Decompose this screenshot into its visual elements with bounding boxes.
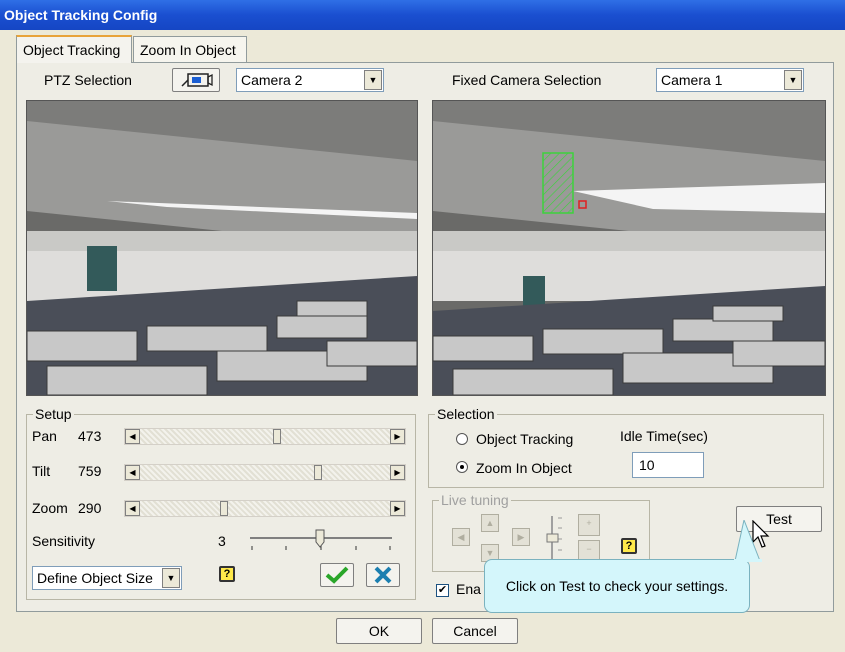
sensitivity-value: 3 [218, 533, 226, 549]
enable-label: Ena [456, 581, 481, 597]
help-icon[interactable]: ? [621, 538, 637, 554]
tracking-region-box [542, 152, 574, 214]
pan-left-icon[interactable]: ◀ [452, 528, 470, 546]
fixed-camera-label: Fixed Camera Selection [452, 72, 602, 88]
ptz-camera-button[interactable] [172, 68, 220, 92]
object-size-value: Define Object Size [37, 570, 153, 586]
window-title: Object Tracking Config [0, 0, 845, 30]
chevron-left-icon[interactable]: ◀ [125, 465, 140, 480]
live-tuning-title: Live tuning [439, 492, 511, 508]
pan-right-icon[interactable]: ▶ [512, 528, 530, 546]
checkmark-icon [325, 566, 349, 584]
tooltip-pointer [734, 520, 762, 562]
apply-button[interactable] [320, 563, 354, 587]
fixed-camera-select[interactable]: Camera 1 ▼ [656, 68, 804, 92]
tilt-value: 759 [78, 463, 102, 479]
enable-checkbox[interactable]: ✔ [436, 584, 449, 597]
tilt-thumb[interactable] [314, 465, 323, 480]
zoom-label: Zoom [32, 500, 68, 516]
help-icon[interactable]: ? [219, 566, 235, 582]
cancel-button[interactable]: Cancel [432, 618, 518, 644]
tilt-label: Tilt [32, 463, 51, 479]
zoom-slider[interactable]: ◀ ▶ [124, 500, 406, 517]
tilt-up-icon[interactable]: ▲ [481, 514, 499, 532]
object-tracking-label: Object Tracking [476, 431, 574, 447]
sensitivity-label: Sensitivity [32, 533, 96, 549]
chevron-down-icon[interactable]: ▼ [364, 70, 382, 90]
tooltip: Click on Test to check your settings. [484, 559, 750, 613]
setup-title: Setup [33, 406, 74, 422]
ptz-camera-icon [181, 73, 213, 87]
radio-zoom-in-object[interactable] [456, 461, 468, 473]
idle-time-label: Idle Time(sec) [620, 428, 708, 444]
pan-slider[interactable]: ◀ ▶ [124, 428, 406, 445]
tilt-slider[interactable]: ◀ ▶ [124, 464, 406, 481]
tab-zoom-in-object[interactable]: Zoom In Object [133, 36, 247, 62]
fixed-camera-view[interactable] [432, 100, 826, 396]
zoom-tuning-track [546, 516, 562, 562]
zoom-tuning-slider[interactable] [544, 514, 568, 564]
sensitivity-track [250, 529, 392, 550]
close-icon [374, 566, 392, 584]
zoom-in-icon[interactable]: + [578, 514, 600, 536]
object-size-select[interactable]: Define Object Size ▼ [32, 566, 182, 590]
chevron-down-icon[interactable]: ▼ [784, 70, 802, 90]
selection-group: Selection [428, 406, 824, 488]
tooltip-text: Click on Test to check your settings. [505, 578, 729, 594]
chevron-right-icon[interactable]: ▶ [390, 429, 405, 444]
radio-object-tracking[interactable] [456, 433, 468, 445]
ptz-selection-label: PTZ Selection [44, 72, 132, 88]
ptz-camera-select[interactable]: Camera 2 ▼ [236, 68, 384, 92]
chevron-down-icon[interactable]: ▼ [162, 568, 180, 588]
pan-value: 473 [78, 428, 102, 444]
zoom-value: 290 [78, 500, 102, 516]
ptz-camera-value: Camera 2 [241, 72, 303, 88]
ok-button[interactable]: OK [336, 618, 422, 644]
idle-time-input[interactable]: 10 [632, 452, 704, 478]
clear-button[interactable] [366, 563, 400, 587]
pan-label: Pan [32, 428, 57, 444]
fixed-camera-value: Camera 1 [661, 72, 723, 88]
zoom-thumb[interactable] [219, 501, 228, 516]
chevron-right-icon[interactable]: ▶ [390, 465, 405, 480]
selection-title: Selection [435, 406, 497, 422]
ptz-office-image [27, 101, 417, 395]
zoom-in-object-label: Zoom In Object [476, 460, 572, 476]
chevron-right-icon[interactable]: ▶ [390, 501, 405, 516]
chevron-left-icon[interactable]: ◀ [125, 429, 140, 444]
tab-object-tracking[interactable]: Object Tracking [16, 35, 132, 63]
ptz-camera-view[interactable] [26, 100, 418, 396]
sensitivity-slider[interactable] [248, 528, 394, 552]
chevron-left-icon[interactable]: ◀ [125, 501, 140, 516]
fixed-office-image [433, 101, 825, 395]
pan-thumb[interactable] [273, 429, 282, 444]
